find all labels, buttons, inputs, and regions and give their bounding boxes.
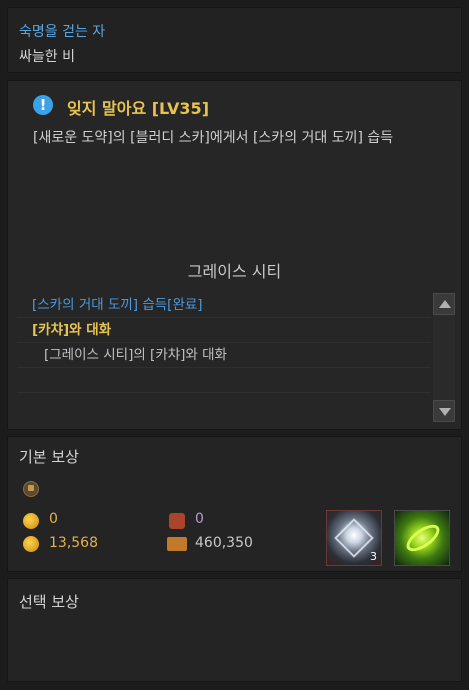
quest-detail-panel: ! 잊지 말아요 [LV35] [새로운 도약]의 [블러디 스카]에게서 [스… — [7, 80, 462, 430]
objective-scrollbar[interactable] — [433, 293, 455, 422]
quest-chapter-title: 싸늘한 비 — [19, 49, 75, 65]
basic-reward-panel: 기본 보상 0 0 13,568 460,350 3 — [7, 436, 462, 572]
exp-icon — [167, 537, 187, 551]
reward-item-crystal[interactable]: 3 — [326, 510, 382, 566]
bp-value: 0 — [195, 511, 204, 527]
fame-icon — [23, 481, 39, 497]
scroll-track[interactable] — [433, 315, 455, 400]
green-orb-item-icon — [402, 519, 444, 557]
objective-item[interactable]: [카챠]와 대화 — [17, 318, 431, 343]
gold-value: 13,568 — [49, 535, 98, 551]
objective-empty-row — [17, 393, 431, 418]
quest-region: 그레이스 시티 — [187, 262, 282, 281]
select-reward-panel: 선택 보상 — [7, 578, 462, 682]
objective-subitem[interactable]: [그레이스 시티]의 [카챠]와 대화 — [17, 343, 431, 368]
quest-description: [새로운 도약]의 [블러디 스카]에게서 [스카의 거대 도끼] 습득 — [33, 130, 394, 146]
gold-small-value: 0 — [49, 511, 58, 527]
objective-list: [스카의 거대 도끼] 습득[완료] [카챠]와 대화 [그레이스 시티]의 [… — [17, 293, 431, 420]
scroll-up-button[interactable] — [433, 293, 455, 315]
exclamation-icon: ! — [33, 95, 53, 115]
select-reward-title: 선택 보상 — [19, 593, 79, 611]
objective-item[interactable]: [스카의 거대 도끼] 습득[완료] — [17, 293, 431, 318]
quest-title: 잊지 말아요 [LV35] — [67, 99, 210, 118]
reward-item-green-orb[interactable] — [394, 510, 450, 566]
scroll-down-button[interactable] — [433, 400, 455, 422]
arrow-up-icon — [439, 300, 451, 308]
basic-reward-title: 기본 보상 — [19, 448, 79, 466]
bp-icon — [169, 513, 185, 529]
gold-icon — [23, 536, 39, 552]
arrow-down-icon — [439, 408, 451, 416]
item-count: 3 — [370, 550, 377, 563]
exp-value: 460,350 — [195, 535, 253, 551]
quest-header-panel: 숙명을 걷는 자 싸늘한 비 — [7, 7, 462, 73]
crystal-item-icon — [334, 518, 374, 558]
gold-coin-icon — [23, 513, 39, 529]
quest-category: 숙명을 걷는 자 — [19, 24, 106, 40]
objective-empty-row — [17, 368, 431, 393]
